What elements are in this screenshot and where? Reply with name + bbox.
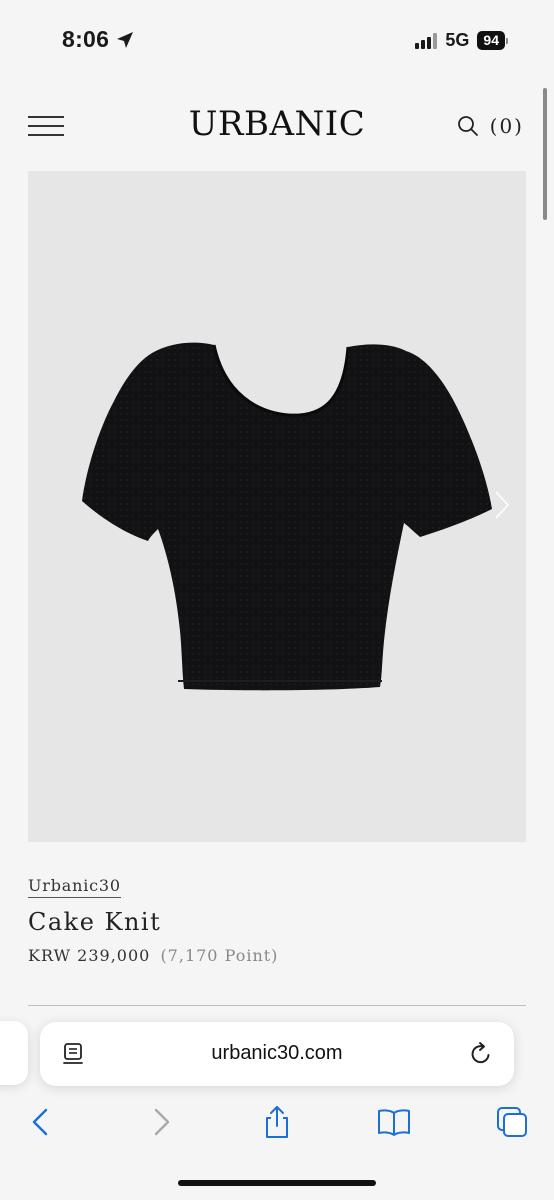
cart-button[interactable]: (0) (490, 114, 524, 138)
site-header: URBANIC (0) (0, 96, 554, 158)
clock: 8:06 (62, 26, 110, 52)
chevron-left-icon[interactable] (24, 1104, 60, 1140)
book-icon[interactable] (376, 1104, 412, 1140)
page: 8:06 5G 94 URBANIC (0) Urbanic30 Cake Kn… (0, 0, 554, 1200)
browser-toolbar (0, 1100, 554, 1144)
signal-icon (415, 32, 438, 49)
product-image[interactable] (28, 171, 526, 842)
tabs-icon[interactable] (494, 1104, 530, 1140)
next-image-chevron-icon[interactable] (492, 489, 512, 521)
brand-link[interactable]: Urbanic30 (28, 876, 121, 898)
reload-icon[interactable] (468, 1041, 494, 1067)
location-arrow-icon (117, 31, 134, 48)
battery-icon: 94 (477, 31, 508, 50)
status-indicators: 5G 94 (415, 30, 508, 51)
price-row: KRW 239,000 (7,170 Point) (28, 946, 526, 965)
previous-tab-peek[interactable] (0, 1021, 28, 1085)
search-icon[interactable] (456, 114, 480, 138)
share-icon[interactable] (259, 1104, 295, 1140)
product-info: Urbanic30 Cake Knit KRW 239,000 (7,170 P… (28, 876, 526, 965)
url-text[interactable]: urbanic30.com (40, 1042, 514, 1065)
header-actions: (0) (456, 114, 524, 138)
reward-points: (7,170 Point) (160, 946, 279, 965)
chevron-right-icon[interactable] (142, 1104, 178, 1140)
status-time: 8:06 (62, 26, 135, 53)
network-label: 5G (445, 30, 470, 50)
home-indicator[interactable] (178, 1180, 376, 1186)
product-price: KRW 239,000 (28, 946, 151, 965)
address-bar[interactable]: urbanic30.com (40, 1022, 514, 1086)
product-title: Cake Knit (28, 908, 162, 936)
knit-top-image (82, 342, 492, 691)
status-bar: 8:06 5G 94 (0, 0, 554, 84)
divider (28, 1005, 526, 1006)
battery-level: 94 (477, 31, 505, 50)
